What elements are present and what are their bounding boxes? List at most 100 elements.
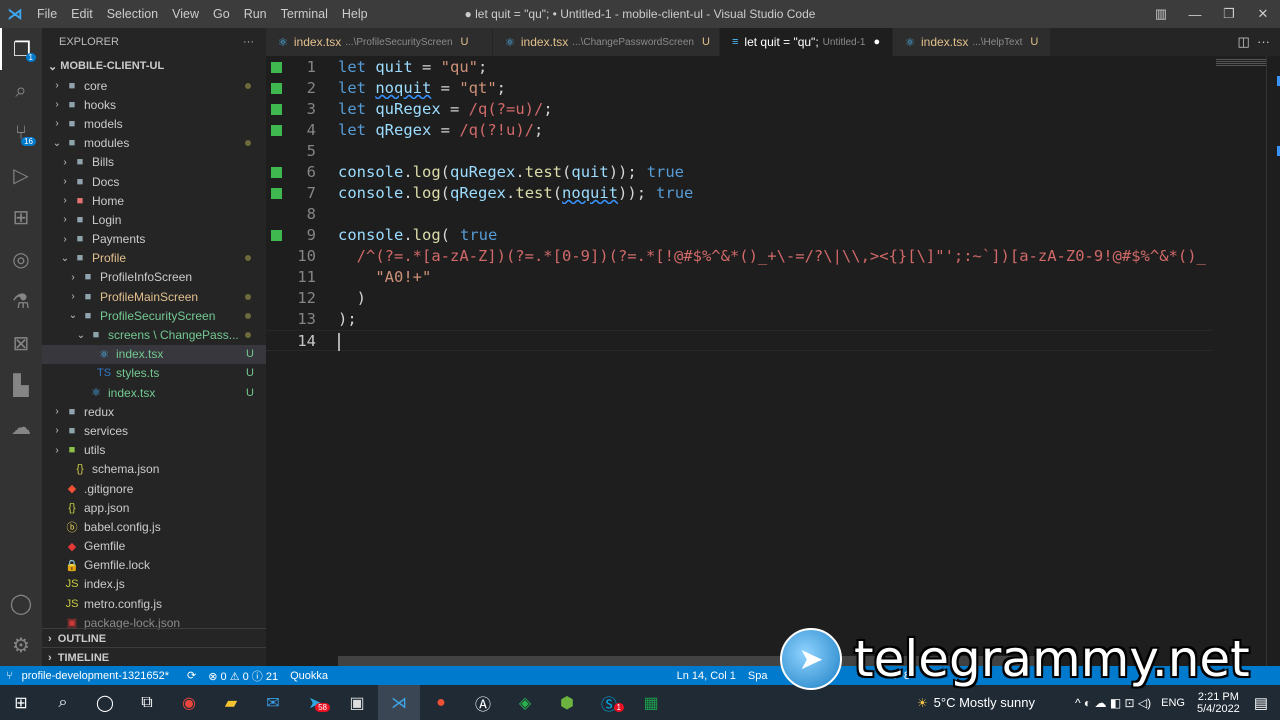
account-icon[interactable]: ◯ — [0, 582, 42, 624]
weather-text[interactable]: 5°C Mostly sunny — [934, 695, 1035, 710]
tree-item[interactable]: › ■ hooks — [42, 95, 266, 114]
file-explorer-icon[interactable]: ▰ — [210, 685, 252, 720]
excel-icon[interactable]: ▦ — [630, 685, 672, 720]
tree-item[interactable]: ⓑ babel.config.js — [42, 517, 266, 536]
tree-item[interactable]: › ■ core — [42, 76, 266, 95]
search-icon[interactable]: ⌕ — [0, 70, 42, 112]
blocks-icon[interactable]: ▙ — [0, 364, 42, 406]
tree-item[interactable]: › ■ ProfileInfoScreen — [42, 268, 266, 287]
tree-item[interactable]: › ■ models — [42, 114, 266, 133]
windows-start-icon[interactable]: ⊞ — [0, 685, 42, 720]
tab-status[interactable]: U — [702, 36, 710, 48]
chevron-right-icon: › — [55, 99, 59, 111]
vscode-taskbar-icon[interactable]: ⋊ — [378, 685, 420, 720]
code-text: ); — [338, 309, 1212, 330]
tree-item[interactable]: ◆ Gemfile — [42, 537, 266, 556]
tree-item[interactable]: › ■ Bills — [42, 153, 266, 172]
app-icon[interactable]: Ⓐ — [462, 685, 504, 720]
tree-item[interactable]: ◆ .gitignore — [42, 479, 266, 498]
more-actions-button[interactable]: ··· — [243, 36, 254, 48]
cortana-icon[interactable]: ◯ — [84, 685, 126, 720]
tree-item[interactable]: ⌄ ■ modules — [42, 134, 266, 153]
source-control-icon[interactable]: ⑂ 16 — [0, 112, 42, 154]
tab-status[interactable]: ● — [873, 36, 880, 48]
tree-item[interactable]: ⌄ ■ screens \ ChangePass... — [42, 325, 266, 344]
docker-icon[interactable]: ☁ — [0, 406, 42, 448]
split-editor-icon[interactable]: ◫ ··· — [1238, 34, 1271, 50]
menu-view[interactable]: View — [172, 7, 199, 21]
tree-item[interactable]: › ■ ProfileMainScreen — [42, 287, 266, 306]
indentation-indicator[interactable]: Spa — [748, 670, 768, 682]
tree-item[interactable]: {} app.json — [42, 498, 266, 517]
outline-section[interactable]: › OUTLINE — [42, 628, 266, 648]
code-editor[interactable]: 1 let quit = "qu"; 2 let noquit = "qt"; 3 let… — [266, 56, 1280, 666]
tree-item[interactable]: › ■ Home — [42, 191, 266, 210]
explorer-icon[interactable]: ❐ 1 — [0, 28, 42, 70]
tab-1[interactable]: ⚛ index.tsx ...\ProfileSecurityScreen U — [266, 28, 493, 56]
tab-status[interactable]: U — [461, 36, 469, 48]
branch-indicator[interactable]: ⑂ profile-development-1321652* — [6, 670, 175, 682]
tree-item[interactable]: › ■ Login — [42, 210, 266, 229]
tree-item[interactable]: › ■ Payments — [42, 230, 266, 249]
clock[interactable]: 2:21 PM 5/4/2022 — [1197, 691, 1240, 715]
tree-item[interactable]: {} schema.json — [42, 460, 266, 479]
sync-button[interactable]: ⟳ — [187, 669, 196, 682]
nodejs-icon[interactable]: ⬢ — [546, 685, 588, 720]
chevron-right-icon: › — [63, 195, 67, 207]
tree-item[interactable]: ⚛ index.tsx U — [42, 344, 266, 364]
restore-button[interactable]: ❐ — [1212, 6, 1246, 22]
telegram-icon[interactable]: ➤ 58 — [294, 685, 336, 720]
vertical-scrollbar[interactable] — [1266, 56, 1280, 666]
tree-item[interactable]: TS styles.ts U — [42, 364, 266, 383]
tree-item[interactable]: JS index.js — [42, 575, 266, 594]
tree-item[interactable]: ⌄ ■ ProfileSecurityScreen — [42, 306, 266, 325]
terminal-app-icon[interactable]: ▣ — [336, 685, 378, 720]
close-button[interactable]: ✕ — [1246, 6, 1280, 22]
layout-toggle-icon[interactable]: ▥ — [1144, 6, 1178, 22]
menu-help[interactable]: Help — [342, 7, 368, 21]
settings-gear-icon[interactable]: ⚙ — [0, 624, 42, 666]
tab-3[interactable]: ≡ let quit = "qu"; Untitled-1 ● — [720, 28, 894, 56]
taskbar-search-icon[interactable]: ⌕ — [42, 685, 84, 720]
extensions-icon[interactable]: ⊞ — [0, 196, 42, 238]
menu-terminal[interactable]: Terminal — [281, 7, 328, 21]
notification-icon[interactable]: ▤ — [1254, 694, 1268, 712]
language-indicator[interactable]: ENG — [1161, 697, 1185, 709]
run-debug-icon[interactable]: ▷ — [0, 154, 42, 196]
menu-selection[interactable]: Selection — [107, 7, 158, 21]
postman-icon[interactable]: ● — [420, 685, 462, 720]
tree-item[interactable]: JS metro.config.js — [42, 594, 266, 613]
tab-2[interactable]: ⚛ index.tsx ...\ChangePasswordScreen U — [493, 28, 720, 56]
menu-run[interactable]: Run — [244, 7, 267, 21]
tree-item[interactable]: › ■ redux — [42, 402, 266, 421]
quokka-button[interactable]: Quokka — [290, 670, 328, 682]
mail-icon[interactable]: ✉ — [252, 685, 294, 720]
menu-go[interactable]: Go — [213, 7, 230, 21]
problems-indicator[interactable]: ⊗ 0 ⚠ 0 ⓘ 21 — [208, 668, 278, 684]
tree-item[interactable]: ⚛ index.tsx U — [42, 383, 266, 402]
timeline-section[interactable]: › TIMELINE — [42, 647, 266, 667]
minimize-button[interactable]: — — [1178, 7, 1212, 22]
chrome-icon[interactable]: ◉ — [168, 685, 210, 720]
tree-item[interactable]: ⌄ ■ Profile — [42, 249, 266, 268]
tree-item[interactable]: › ■ utils — [42, 441, 266, 460]
workspace-root[interactable]: ⌄ MOBILE-CLIENT-UL — [42, 56, 266, 76]
testing-icon[interactable]: ⚗ — [0, 280, 42, 322]
tray-icons[interactable]: ^ ◐ ☁ ◧ ⊡ ◁) — [1075, 696, 1151, 710]
tab-4[interactable]: ⚛ index.tsx ...\HelpText U — [893, 28, 1052, 56]
terminal-icon[interactable]: ⊠ — [0, 322, 42, 364]
remote-icon[interactable]: ◎ — [0, 238, 42, 280]
code-token: console — [338, 184, 404, 202]
menu-file[interactable]: File — [37, 7, 57, 21]
menu-edit[interactable]: Edit — [71, 7, 93, 21]
skype-icon[interactable]: Ⓢ 1 — [588, 685, 630, 720]
cursor-position[interactable]: Ln 14, Col 1 — [677, 670, 736, 682]
telegram-badge: 58 — [315, 703, 330, 712]
sync-app-icon[interactable]: ◈ — [504, 685, 546, 720]
tab-status[interactable]: U — [1030, 36, 1038, 48]
tree-item[interactable]: › ■ services — [42, 421, 266, 440]
tree-item[interactable]: › ■ Docs — [42, 172, 266, 191]
task-view-icon[interactable]: ⧉ — [126, 685, 168, 720]
minimap[interactable] — [1216, 59, 1266, 67]
tree-item[interactable]: 🔒 Gemfile.lock — [42, 556, 266, 575]
